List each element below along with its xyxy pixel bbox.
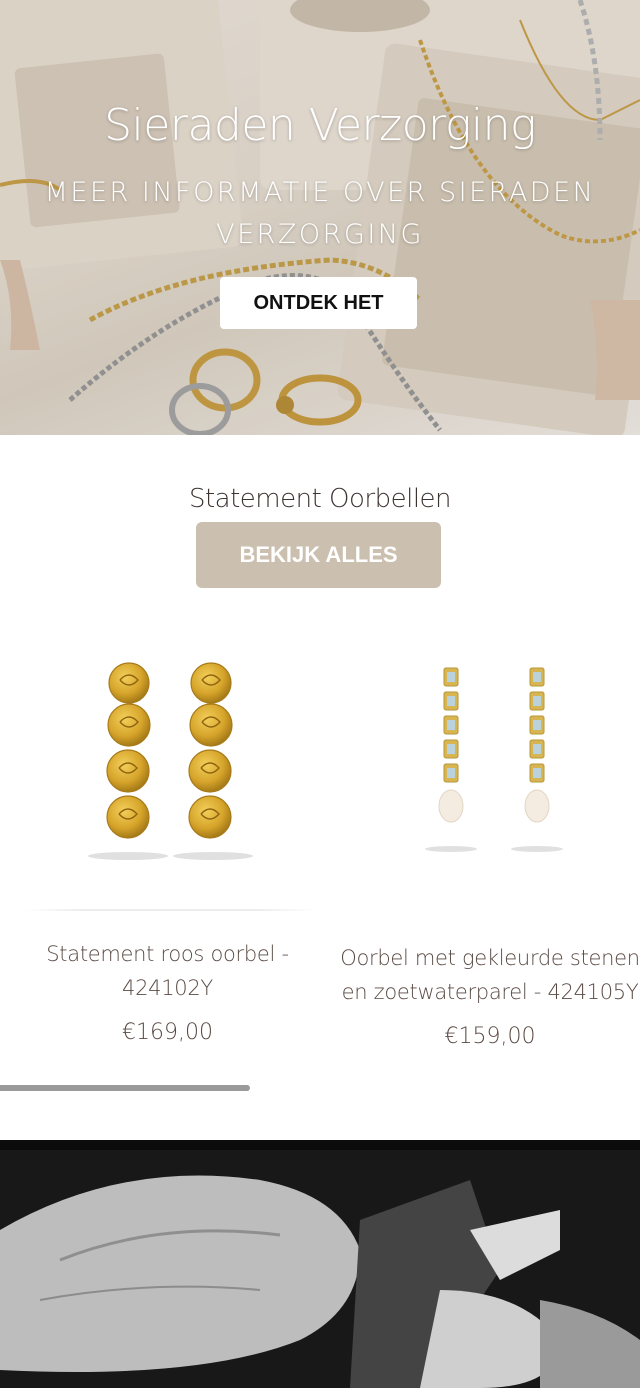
hero-banner: Sieraden Verzorging MEER INFORMATIE OVER…: [0, 0, 640, 435]
product-image: [425, 667, 563, 852]
view-all-button[interactable]: BEKIJK ALLES: [196, 522, 441, 588]
product-name[interactable]: Oorbel met gekleurde stenen en zoetwater…: [340, 941, 640, 1009]
collection-title: Statement Oorbellen: [188, 484, 452, 514]
video-banner[interactable]: [0, 1140, 640, 1388]
image-divider: [25, 909, 315, 911]
product-price: €159,00: [444, 1024, 536, 1049]
product-name[interactable]: Statement roos oorbel - 424102Y: [0, 937, 335, 1005]
product-image: [88, 662, 253, 860]
hero-subtitle: MEER INFORMATIE OVER SIERADEN VERZORGING: [44, 177, 596, 250]
carousel-scrollbar[interactable]: [0, 1085, 640, 1091]
hero-title: Sieraden Verzorging: [104, 100, 536, 151]
product-price: €169,00: [122, 1020, 213, 1045]
discover-button[interactable]: ONTDEK HET: [220, 277, 417, 329]
carousel-scrollbar-thumb[interactable]: [0, 1085, 250, 1091]
hands-cleaning-jewelry-photo: [0, 1140, 640, 1388]
